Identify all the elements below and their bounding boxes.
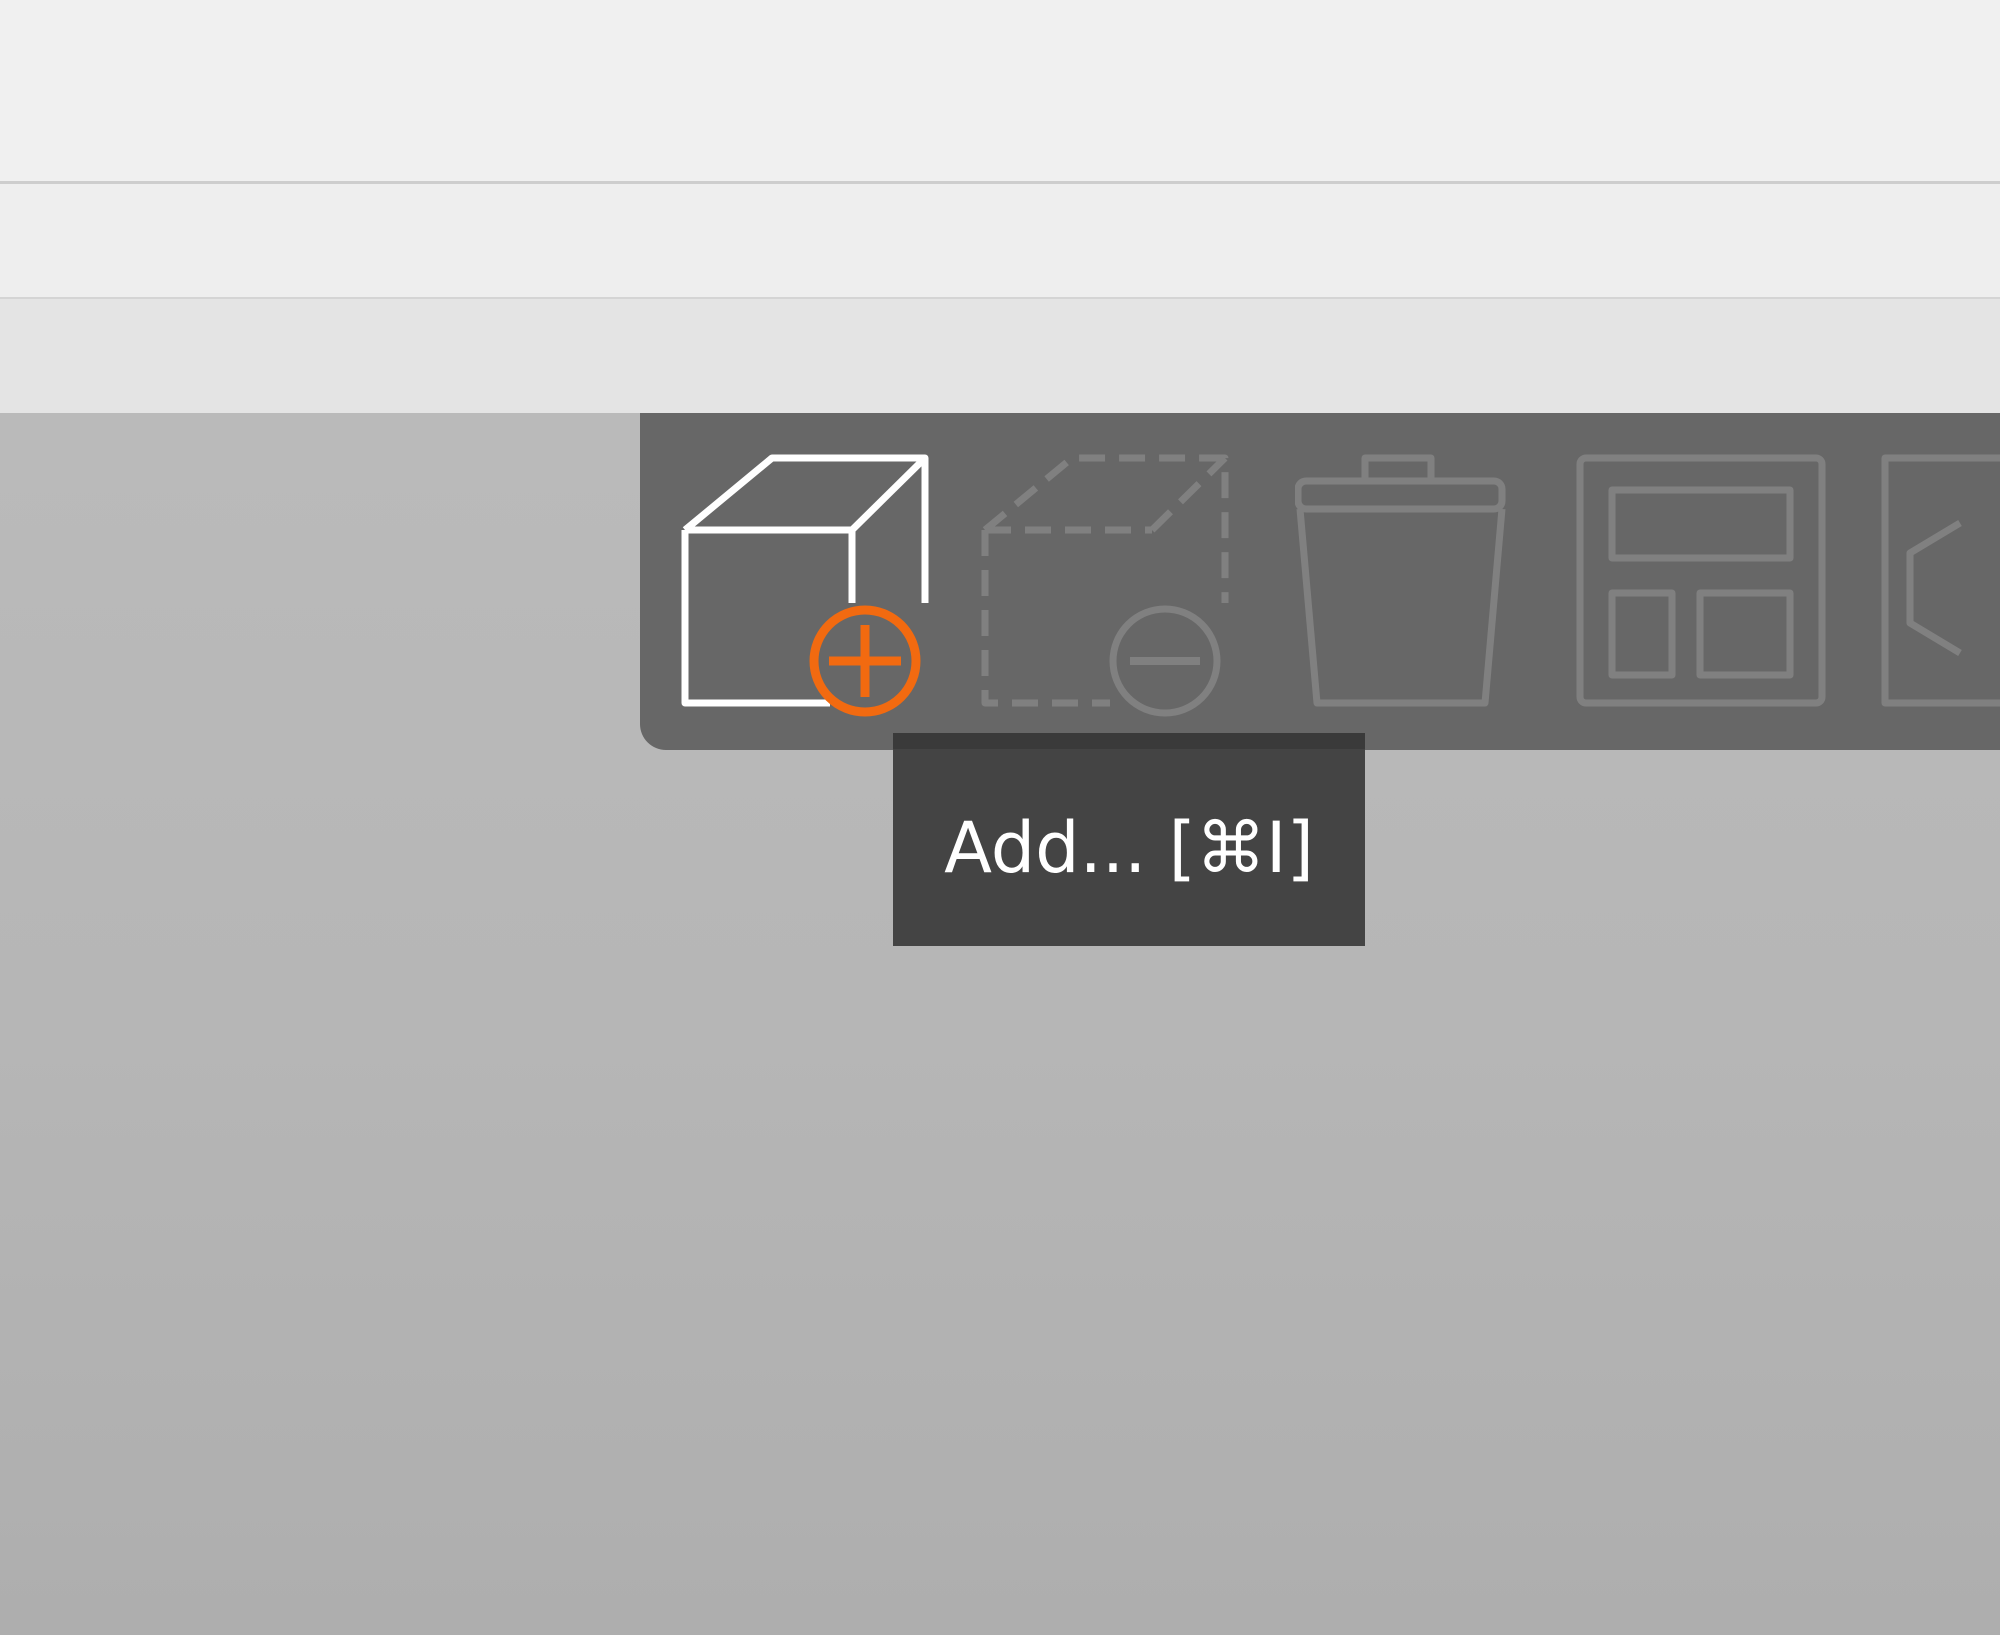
arrange-layout-icon xyxy=(1576,454,1826,707)
tooltip-text: Add... [⌘I] xyxy=(944,806,1314,889)
top-panel-strip xyxy=(0,299,2000,413)
arrange-button[interactable] xyxy=(1575,453,1835,723)
tooltip: Add... [⌘I] xyxy=(893,733,1365,946)
remove-object-icon xyxy=(981,454,1229,717)
partial-tool-icon xyxy=(1881,454,2000,707)
menu-bar xyxy=(0,0,2000,184)
add-object-button[interactable] xyxy=(680,453,940,723)
top-toolbar xyxy=(640,413,2000,750)
next-tool-button[interactable] xyxy=(1880,453,2000,723)
trash-icon xyxy=(1295,454,1506,707)
remove-object-button[interactable] xyxy=(980,453,1240,723)
tab-bar xyxy=(0,184,2000,299)
delete-button[interactable] xyxy=(1295,453,1555,723)
add-object-icon xyxy=(681,454,929,717)
app-window: Add... [⌘I] xyxy=(0,0,2000,1635)
